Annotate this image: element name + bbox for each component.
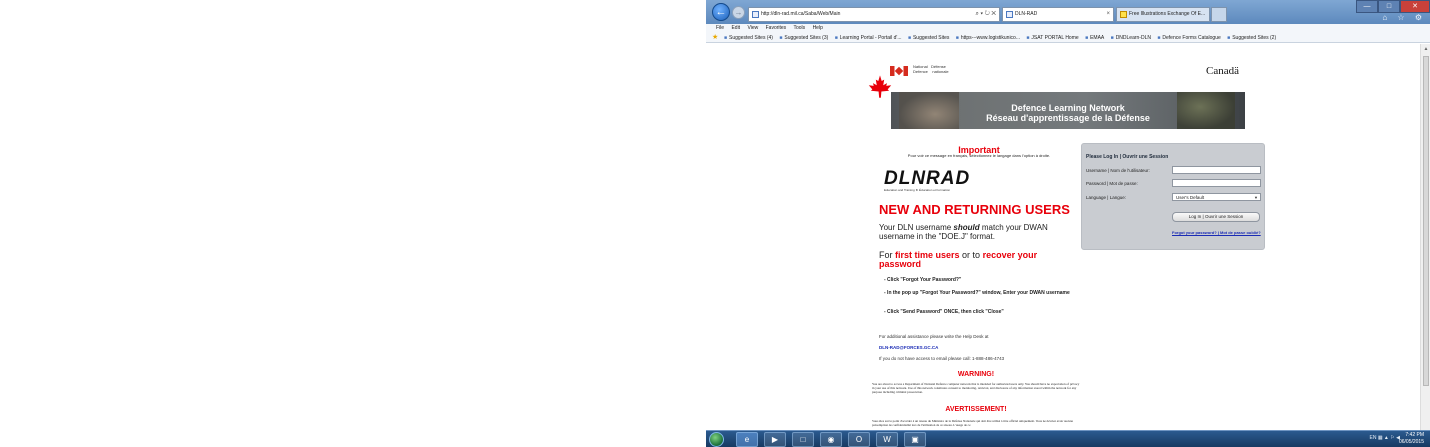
page-icon [752, 11, 759, 18]
page-content: National Défense Defence nationale Canad… [706, 44, 1420, 430]
address-tools-icons[interactable]: ⌕ ▾ ↻ ✕ [975, 8, 996, 21]
menu-edit[interactable]: Edit [731, 25, 740, 31]
login-button[interactable]: Log In | Ouvrir une Session [1172, 212, 1260, 222]
login-title: Please Log In | Ouvrir une Session [1086, 154, 1169, 160]
username-instructions: Your DLN username should match your DWAN… [879, 223, 1079, 241]
browser-window: ← → http://dln-rad.mil.ca/Saba/Web/Main … [706, 0, 1430, 430]
banner-title-fr: Réseau d'apprentissage de la Défense [986, 113, 1150, 123]
banner-title-en: Defence Learning Network [1011, 103, 1125, 113]
favorite-link[interactable]: EMAA [1085, 35, 1104, 41]
dln-banner: Defence Learning Network Réseau d'appren… [891, 92, 1245, 129]
username-text-emphasis: should [953, 223, 980, 232]
forgot-password-link[interactable]: Forgot your password? | Mot de passe oub… [1172, 230, 1262, 235]
favorite-link[interactable]: Suggested Sites (3) [779, 35, 828, 41]
favorite-link[interactable]: JSAT PORTAL Home [1026, 35, 1078, 41]
tab-title: Free Illustrations Exchange Of E... [1129, 11, 1206, 17]
favorite-link[interactable]: Suggested Sites [908, 35, 949, 41]
taskbar-folder-icon[interactable]: □ [792, 432, 814, 447]
help-desk-text: For additional assistance please write t… [879, 334, 989, 339]
taskbar-pdf-icon[interactable]: ▣ [904, 432, 926, 447]
menu-file[interactable]: File [716, 25, 724, 31]
close-window-button[interactable]: ✕ [1400, 0, 1430, 13]
scroll-up-icon[interactable]: ▲ [1423, 46, 1429, 52]
favorite-link[interactable]: Learning Portal - Portail d'... [835, 35, 902, 41]
username-text-pre: Your DLN username [879, 223, 954, 232]
minimize-button[interactable]: — [1356, 0, 1378, 13]
forward-button[interactable]: → [732, 6, 745, 19]
password-input[interactable] [1172, 179, 1261, 187]
favorite-link[interactable]: Suggested Sites (2) [1227, 35, 1276, 41]
menu-view[interactable]: View [747, 25, 758, 31]
tab-title: DLN-RAD [1015, 11, 1038, 17]
address-bar[interactable]: http://dln-rad.mil.ca/Saba/Web/Main ⌕ ▾ … [748, 7, 1000, 22]
instruction-step: - Click "Forgot Your Password?" [884, 277, 962, 283]
taskbar-word-icon[interactable]: W [876, 432, 898, 447]
first-time-heading: For first time users or to recover your … [879, 251, 1079, 269]
instruction-step: - Click "Send Password" ONCE, then click… [884, 309, 1004, 315]
favorites-star-icon[interactable]: ★ [712, 33, 718, 42]
tab-dln-rad[interactable]: DLN-RAD × [1002, 7, 1114, 22]
help-desk-email-link[interactable]: DLN-RAD@FORCES.GC.CA [879, 345, 938, 350]
language-select[interactable]: User's Default ▼ [1172, 193, 1261, 201]
favorites-bar: ★ Suggested Sites (4) Suggested Sites (3… [706, 33, 1430, 43]
taskbar-outlook-icon[interactable]: O [848, 432, 870, 447]
canada-wordmark: Canadä [1206, 65, 1239, 77]
menu-favorites[interactable]: Favorites [766, 25, 787, 31]
dlnrad-tagline: Education and Training ★ Éducation et Fo… [884, 188, 951, 192]
vertical-scrollbar[interactable]: ▲ [1420, 44, 1430, 430]
clock-time: 7:42 PM [1405, 432, 1424, 438]
username-label: Username | Nom de l'utilisateur: [1086, 168, 1150, 173]
help-desk-phone: If you do not have access to email pleas… [879, 356, 1005, 361]
windows-taskbar: e ▶ □ ◉ O W ▣ EN ▦ ▲ ⚐ ◀ 7:42 PM 06/05/2… [706, 430, 1430, 447]
menu-bar: File Edit View Favorites Tools Help [706, 24, 1430, 33]
warning-text: You are about to access a Department of … [872, 382, 1080, 394]
favorite-link[interactable]: Suggested Sites (4) [724, 35, 773, 41]
start-button[interactable] [709, 432, 724, 447]
avertissement-heading: AVERTISSEMENT! [945, 406, 1007, 413]
warning-heading: WARNING! [957, 371, 995, 378]
maple-leaf-icon [868, 75, 892, 98]
maximize-button[interactable]: □ [1378, 0, 1400, 13]
taskbar-app-icon[interactable]: ◉ [820, 432, 842, 447]
home-favorites-settings-icons[interactable]: ⌂ ☆ ⚙ [1382, 13, 1426, 22]
login-panel: Please Log In | Ouvrir une Session Usern… [1081, 143, 1265, 250]
username-input[interactable] [1172, 166, 1261, 174]
important-subtext: Pour voir ce message en français, sélect… [907, 153, 1051, 158]
browser-titlebar: ← → http://dln-rad.mil.ca/Saba/Web/Main … [706, 0, 1430, 24]
chevron-down-icon: ▼ [1254, 195, 1258, 200]
tab-favicon-icon [1120, 11, 1127, 18]
favorite-link[interactable]: DNDLearn-DLN [1111, 35, 1151, 41]
tab-favicon-icon [1006, 11, 1013, 18]
clock-date: 06/05/2015 [1398, 439, 1424, 445]
taskbar-ie-icon[interactable]: e [736, 432, 758, 447]
instruction-step: - In the pop up "Forgot Your Password?" … [884, 290, 1070, 296]
avertissement-text: Vous êtes sur le point d'accéder à un ré… [872, 419, 1074, 427]
blank-desktop-area [0, 0, 706, 430]
tab-free-illustrations[interactable]: Free Illustrations Exchange Of E... [1116, 7, 1210, 22]
password-label: Password | Mot de passe: [1086, 181, 1138, 186]
address-url: http://dln-rad.mil.ca/Saba/Web/Main [761, 11, 841, 17]
system-tray-icons[interactable]: EN ▦ ▲ ⚐ ◀ [1369, 435, 1400, 441]
menu-help[interactable]: Help [813, 25, 823, 31]
menu-tools[interactable]: Tools [793, 25, 805, 31]
taskbar-media-player-icon[interactable]: ▶ [764, 432, 786, 447]
favorite-link[interactable]: https---www.logistikunico... [956, 35, 1020, 41]
taskbar-clock[interactable]: 7:42 PM 06/05/2015 [1399, 432, 1424, 446]
new-tab-button[interactable] [1211, 7, 1227, 22]
first-time-or: or to [959, 250, 983, 260]
new-users-heading: NEW AND RETURNING USERS [879, 202, 1070, 217]
tab-close-icon[interactable]: × [1106, 8, 1110, 21]
favorite-link[interactable]: Defence Forms Catalogue [1157, 35, 1220, 41]
language-selected-value: User's Default [1176, 195, 1205, 200]
department-name: National Défense Defence nationale [913, 64, 949, 74]
back-button[interactable]: ← [712, 3, 730, 21]
scrollbar-thumb[interactable] [1423, 56, 1429, 386]
dlnrad-logo: DLNRAD [884, 168, 971, 189]
language-label: Language | Langue: [1086, 195, 1126, 200]
